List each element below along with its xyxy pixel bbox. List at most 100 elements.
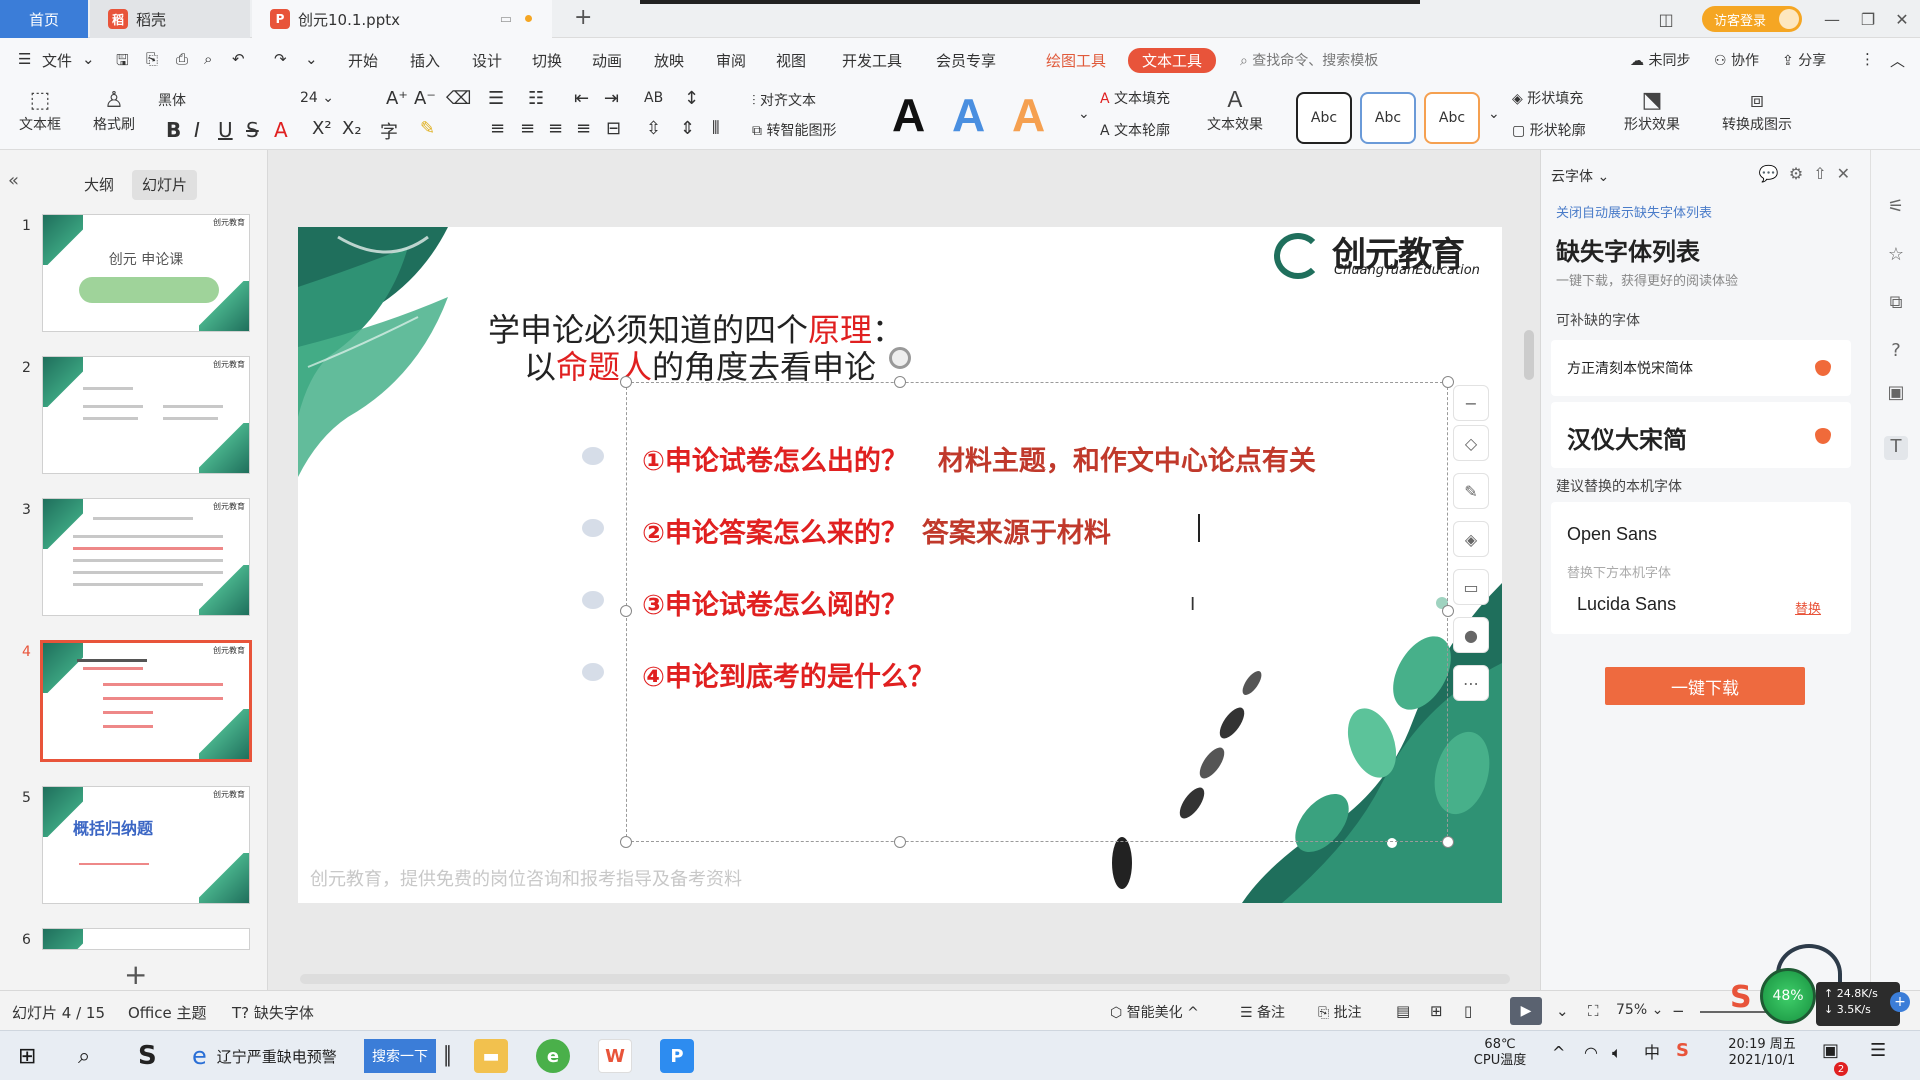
file-explorer-icon[interactable]: ▬ [474, 1039, 508, 1073]
zoom-level[interactable]: 75% ⌄ [1616, 1002, 1663, 1018]
replace-link[interactable]: 替换 [1795, 598, 1821, 617]
collapse-ribbon-icon[interactable]: ︿ [1890, 50, 1905, 71]
sogou-ime-icon[interactable]: S [1730, 980, 1752, 1015]
windows-start-icon[interactable]: ⊞ [18, 1041, 36, 1071]
line-spacing-icon[interactable]: ⇳ [646, 118, 661, 139]
distribute-icon[interactable]: ⊟ [606, 118, 621, 139]
fill-icon[interactable]: ◈ [1453, 521, 1489, 557]
shape-style-1[interactable]: Abc [1296, 92, 1352, 144]
shape-style-2[interactable]: Abc [1360, 92, 1416, 144]
chevron-down-icon[interactable]: ⌄ [1556, 1002, 1569, 1020]
pin-icon[interactable]: ⇧ [1813, 164, 1836, 183]
rotate-handle[interactable] [889, 347, 911, 369]
text-effect-button[interactable]: Ａ 文本效果 [1200, 88, 1270, 134]
increase-font-icon[interactable]: A⁺ [386, 88, 408, 109]
clock[interactable]: 20:19 周五 2021/10/1 [1712, 1037, 1812, 1069]
clear-format-icon[interactable]: ⌫ [446, 88, 471, 109]
menu-transition[interactable]: 切换 [532, 50, 562, 71]
close-icon[interactable]: ✕ [1882, 0, 1920, 38]
phonetic-icon[interactable]: 字 [380, 118, 398, 144]
preview-icon[interactable]: ⌕ [204, 50, 212, 68]
new-tab-button[interactable]: + [574, 5, 592, 30]
bold-icon[interactable]: B [166, 118, 181, 142]
menu-icon[interactable]: ☰ [18, 50, 31, 68]
collaborate-button[interactable]: ⚇ 协作 [1714, 50, 1759, 70]
resize-handle[interactable] [894, 376, 906, 388]
list-item[interactable]: ①申论试卷怎么出的？ 材料主题，和作文中心论点有关 [642, 439, 1316, 478]
minimize-icon[interactable]: — [1812, 0, 1852, 38]
slide-thumbnail[interactable]: 创元教育 [42, 356, 250, 474]
share-button[interactable]: ⇪ 分享 [1782, 50, 1826, 70]
sliders-icon[interactable]: ⚟ [1884, 196, 1908, 220]
tab-slides[interactable]: 幻灯片 [132, 170, 198, 200]
sorter-view-icon[interactable]: ⊞ [1430, 1002, 1443, 1020]
decrease-font-icon[interactable]: A⁻ [414, 88, 436, 109]
slide-thumbnail[interactable]: 创元教育 创元 申论课 [42, 214, 250, 332]
list-item[interactable]: ③申论试卷怎么阅的？ [642, 583, 908, 622]
download-all-button[interactable]: 一键下载 [1605, 667, 1805, 705]
align-text-button[interactable]: ⫶ 对齐文本 [752, 90, 816, 110]
notes-button[interactable]: ☰ 备注 [1240, 1002, 1285, 1022]
frame-icon[interactable]: ▭ [1453, 569, 1489, 605]
align-left-icon[interactable]: ≡ [490, 118, 505, 139]
browser-news-item[interactable]: e 辽宁严重缺电预警 [192, 1041, 337, 1071]
resize-handle[interactable] [1442, 836, 1454, 848]
more-icon[interactable]: ⋯ [1453, 665, 1489, 701]
theme-name[interactable]: Office 主题 [128, 1002, 207, 1023]
shape-outline-button[interactable]: ▢ 形状轮廓 [1512, 120, 1586, 140]
comments-button[interactable]: ⎘ 批注 [1318, 1002, 1362, 1022]
layout-icon[interactable]: ◫ [1646, 0, 1686, 38]
menu-insert[interactable]: 插入 [410, 50, 440, 71]
justify-icon[interactable]: ≡ [576, 118, 591, 139]
paragraph-spacing-icon[interactable]: ⇕ [680, 118, 695, 139]
font-name-select[interactable]: 黑体 [158, 90, 298, 110]
numbering-icon[interactable]: ☷ [528, 88, 544, 109]
export-pdf-icon[interactable]: ⎘ [146, 50, 158, 68]
text-style-black[interactable]: A [892, 88, 925, 142]
shape-effect-button[interactable]: ⬔ 形状效果 [1612, 88, 1692, 134]
bulb-icon[interactable]: ● [1453, 617, 1489, 653]
menu-review[interactable]: 审阅 [716, 50, 746, 71]
text-icon[interactable]: T [1884, 436, 1908, 460]
resize-handle[interactable] [620, 605, 632, 617]
menu-file[interactable]: 文件 [42, 50, 72, 71]
highlight-icon[interactable]: ✎ [420, 118, 435, 139]
font-color-icon[interactable]: A [274, 118, 288, 142]
reading-view-icon[interactable]: ▯ [1464, 1002, 1472, 1020]
action-center-icon[interactable]: ☰ [1870, 1042, 1886, 1060]
chat-icon[interactable]: 💬 [1759, 164, 1789, 183]
slide-thumbnail[interactable]: 创元教育 概括归纳题 [42, 786, 250, 904]
fit-window-icon[interactable]: ⛶ [1588, 1002, 1599, 1020]
wifi-icon[interactable]: ◠ [1584, 1045, 1598, 1061]
close-icon[interactable]: ✕ [1837, 164, 1860, 183]
superscript-icon[interactable]: X² [312, 118, 332, 139]
add-icon[interactable]: + [1890, 992, 1910, 1012]
menu-home[interactable]: 开始 [348, 50, 378, 71]
chevron-down-icon[interactable]: ⌄ [305, 50, 318, 68]
tab-document[interactable]: P 创元10.1.pptx ▭ [252, 0, 552, 38]
text-style-blue[interactable]: A [952, 88, 985, 142]
shape-fill-button[interactable]: ◈ 形状填充 [1512, 88, 1583, 108]
sort-icon[interactable]: ↕ [684, 88, 699, 109]
redo-icon[interactable]: ↷ [274, 50, 287, 68]
sogou-tray-icon[interactable]: S [1676, 1042, 1689, 1060]
menu-design[interactable]: 设计 [472, 50, 502, 71]
play-slideshow-button[interactable]: ▶ [1510, 997, 1542, 1025]
app-s-icon[interactable]: S [138, 1041, 157, 1071]
layers-icon[interactable]: ◇ [1453, 425, 1489, 461]
disable-auto-list-link[interactable]: 关闭自动展示缺失字体列表 [1556, 202, 1712, 221]
volume-icon[interactable]: 🔈︎ [1612, 1045, 1622, 1061]
app-p-icon[interactable]: P [660, 1039, 694, 1073]
align-center-icon[interactable]: ≡ [520, 118, 535, 139]
list-item[interactable]: ④申论到底考的是什么？ [642, 655, 935, 694]
search-now-button[interactable]: 搜索一下 [364, 1039, 436, 1073]
guest-login-button[interactable]: 访客登录 [1702, 6, 1802, 32]
star-icon[interactable]: ☆ [1884, 244, 1908, 268]
slide-thumbnail[interactable] [42, 928, 250, 950]
convert-diagram-button[interactable]: ⧈ 转换成图示 [1712, 88, 1802, 134]
smart-beautify-button[interactable]: ⬡ 智能美化 ^ [1110, 1002, 1199, 1022]
menu-text-tools[interactable]: 文本工具 [1128, 48, 1217, 73]
cpu-usage-bubble[interactable]: 48% [1760, 968, 1816, 1024]
textbox-button[interactable]: ⬚ 文本框 [12, 88, 68, 134]
tab-outline[interactable]: 大纲 [74, 170, 124, 200]
